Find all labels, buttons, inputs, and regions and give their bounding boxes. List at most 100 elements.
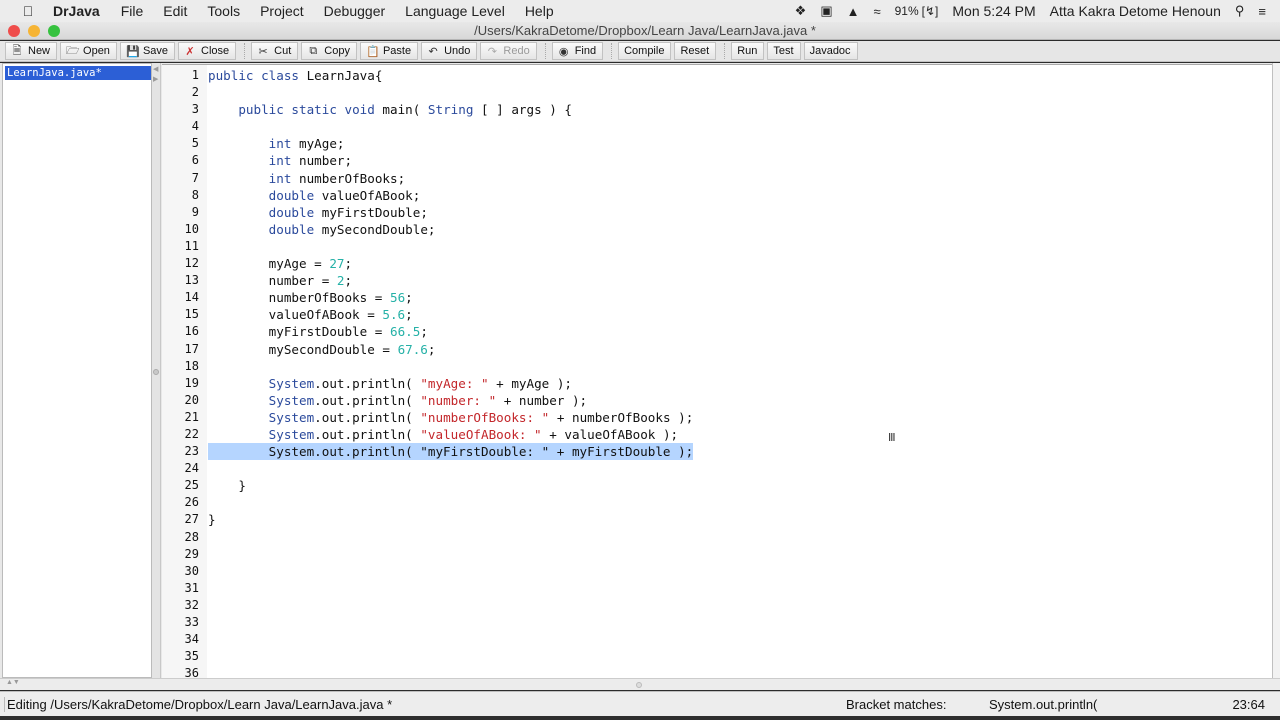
collapse-left-icon[interactable]: ◀ — [153, 65, 158, 73]
code-line[interactable]: 26 — [162, 494, 1272, 511]
floppy-icon: 💾 — [125, 45, 140, 58]
menu-project[interactable]: Project — [260, 3, 304, 19]
scissors-icon: ✂ — [258, 45, 268, 58]
menu-edit[interactable]: Edit — [163, 3, 187, 19]
close-button[interactable]: ✗ Close — [178, 42, 237, 60]
string-token: "number: " — [420, 392, 497, 408]
redo-button[interactable]: ↷ Redo — [480, 42, 537, 60]
menu-help[interactable]: Help — [525, 3, 554, 19]
code-line[interactable]: 28 — [162, 529, 1272, 546]
vertical-scrollbar[interactable] — [1272, 63, 1280, 678]
code-line[interactable]: 33 — [162, 614, 1272, 631]
code-line[interactable]: 36 — [162, 665, 1272, 678]
test-button[interactable]: Test — [767, 42, 801, 60]
code-line[interactable]: 7 int numberOfBooks; — [162, 170, 1272, 187]
code-line[interactable]: 13 number = 2; — [162, 272, 1272, 289]
cut-button[interactable]: ✂ Cut — [251, 42, 299, 60]
code-line[interactable]: 25 } — [162, 477, 1272, 494]
new-button[interactable]: 🗎 New — [5, 42, 58, 60]
file-list-item[interactable]: LearnJava.java* — [5, 66, 151, 80]
dropbox-icon[interactable]: ❖ — [795, 3, 807, 19]
code-line[interactable]: 5 int myAge; — [162, 135, 1272, 152]
code-line[interactable]: 24 — [162, 460, 1272, 477]
code-line[interactable]: 31 — [162, 580, 1272, 597]
save-button[interactable]: 💾 Save — [119, 42, 176, 60]
code-line[interactable]: 9 double myFirstDouble; — [162, 204, 1272, 221]
code-line[interactable]: 35 — [162, 648, 1272, 665]
code-line[interactable]: 29 — [162, 546, 1272, 563]
number-token: 5.6 — [382, 307, 406, 323]
code-line[interactable]: 34 — [162, 631, 1272, 648]
line-number: 30 — [184, 563, 199, 578]
horizontal-splitter-handle[interactable] — [636, 682, 642, 688]
find-button[interactable]: ◉ Find — [551, 42, 604, 60]
code-line[interactable]: 17 mySecondDouble = 67.6; — [162, 341, 1272, 358]
splitter-handle[interactable] — [153, 369, 159, 375]
run-button[interactable]: Run — [731, 42, 765, 60]
horizontal-scrollbar[interactable]: ▲▼ — [0, 678, 1280, 690]
spotlight-search-icon[interactable]: ⚲ — [1235, 3, 1245, 19]
line-number: 17 — [184, 341, 199, 356]
airplay-icon[interactable]: ▲ — [847, 4, 860, 19]
code-line[interactable]: 23 System.out.println( "myFirstDouble: "… — [162, 443, 1272, 461]
code-line[interactable]: 14 numberOfBooks = 56; — [162, 289, 1272, 306]
apple-menu-icon[interactable]:  — [19, 3, 37, 19]
menu-language-level[interactable]: Language Level — [405, 3, 505, 19]
code-line[interactable]: 2 — [162, 84, 1272, 101]
undo-button[interactable]: ↶ Undo — [421, 42, 478, 60]
wifi-icon[interactable]: ≈ — [873, 4, 880, 19]
screen-record-icon[interactable]: ▣ — [820, 3, 832, 19]
code-line[interactable]: 6 int number; — [162, 152, 1272, 169]
reset-button[interactable]: Reset — [674, 42, 717, 60]
code-line[interactable]: 4 — [162, 118, 1272, 135]
code-token: number; — [291, 153, 353, 169]
compile-button[interactable]: Compile — [618, 42, 672, 60]
code-line[interactable]: 27} — [162, 511, 1272, 528]
app-menu[interactable]: DrJava — [53, 3, 100, 19]
paste-button[interactable]: 📋 Paste — [359, 42, 419, 60]
toolbar-separator — [724, 43, 726, 59]
line-number: 29 — [184, 546, 199, 561]
code-line[interactable]: 15 valueOfABook = 5.6; — [162, 306, 1272, 323]
code-line[interactable]: 20 System.out.println( "number: " + numb… — [162, 392, 1272, 409]
folder-icon: 🗁 — [66, 44, 80, 57]
panel-splitter[interactable]: ◀ ▶ — [152, 63, 161, 678]
expand-right-icon[interactable]: ▶ — [153, 75, 158, 83]
code-line[interactable]: 30 — [162, 563, 1272, 580]
menu-debugger[interactable]: Debugger — [324, 3, 386, 19]
javadoc-button[interactable]: Javadoc — [803, 42, 858, 60]
code-line[interactable]: 19 System.out.println( "myAge: " + myAge… — [162, 375, 1272, 392]
code-line[interactable]: 8 double valueOfABook; — [162, 187, 1272, 204]
open-button[interactable]: 🗁 Open — [60, 42, 117, 60]
code-line[interactable]: 3 public static void main( String [ ] ar… — [162, 101, 1272, 118]
notification-center-icon[interactable]: ≡ — [1258, 4, 1266, 19]
line-number: 36 — [184, 666, 199, 678]
code-line[interactable]: 11 — [162, 238, 1272, 255]
code-text: valueOfABook = 5.6; — [208, 306, 413, 323]
code-line[interactable]: 22 System.out.println( "valueOfABook: " … — [162, 426, 1272, 443]
code-line[interactable]: 16 myFirstDouble = 66.5; — [162, 323, 1272, 340]
code-text: int numberOfBooks; — [208, 170, 405, 187]
code-editor[interactable]: 1 public class LearnJava{2 3 public static… — [162, 64, 1272, 678]
scroll-arrows-icon[interactable]: ▲▼ — [6, 679, 20, 686]
code-line[interactable]: 10 double mySecondDouble; — [162, 221, 1272, 238]
battery-charging-icon[interactable]: [↯] — [922, 4, 939, 18]
code-line[interactable]: 1 public class LearnJava{ — [162, 67, 1272, 84]
user-name[interactable]: Atta Kakra Detome Henoun — [1050, 3, 1221, 19]
menu-tools[interactable]: Tools — [207, 3, 240, 19]
code-text: public static void main( String [ ] args… — [208, 101, 572, 118]
code-line[interactable]: 18 — [162, 358, 1272, 375]
line-number: 2 — [191, 85, 199, 100]
menu-file[interactable]: File — [121, 3, 144, 19]
battery-percent[interactable]: 91% — [895, 4, 919, 18]
copy-button[interactable]: ⧉ Copy — [301, 42, 357, 60]
code-text: myAge = 27; — [208, 255, 352, 272]
code-line[interactable]: 12 myAge = 27; — [162, 255, 1272, 272]
clock[interactable]: Mon 5:24 PM — [952, 3, 1035, 19]
code-line[interactable]: 21 System.out.println( "numberOfBooks: "… — [162, 409, 1272, 426]
code-line[interactable]: 32 — [162, 597, 1272, 614]
line-number: 32 — [184, 597, 199, 612]
